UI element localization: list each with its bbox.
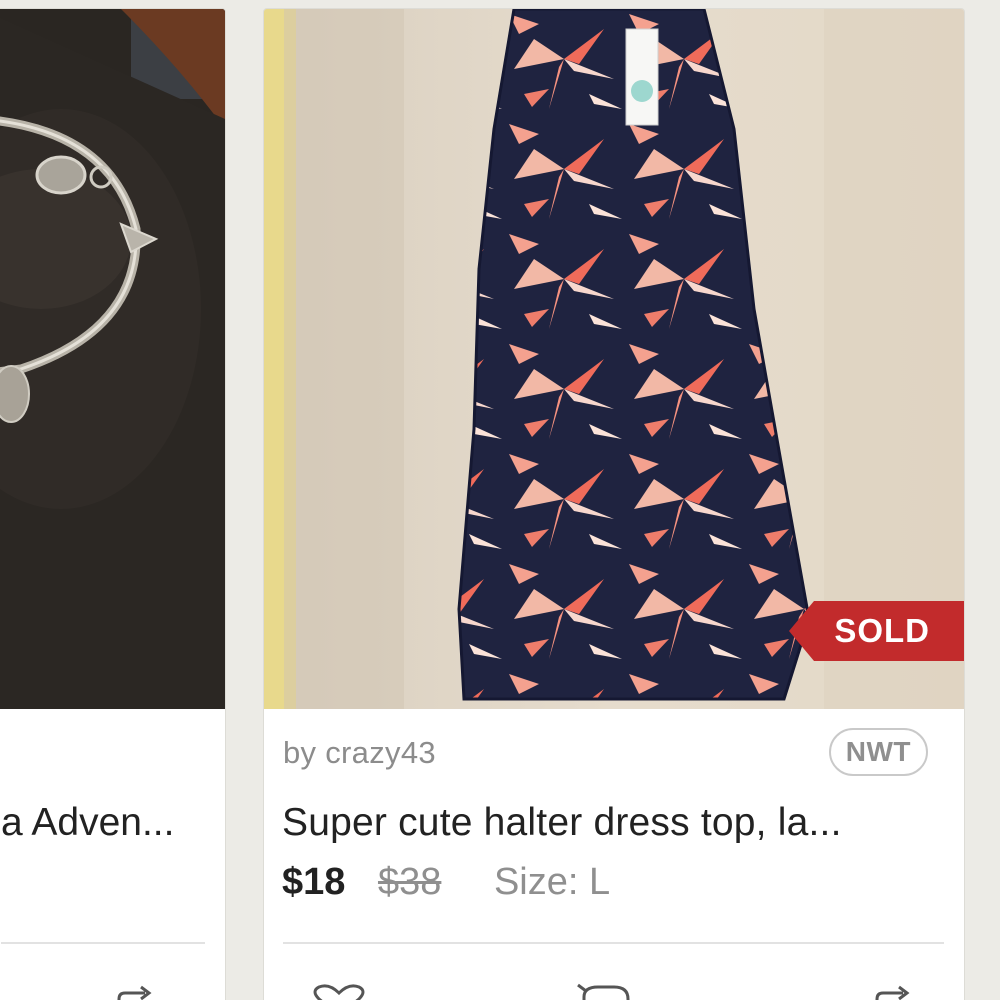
sold-label: SOLD (834, 612, 930, 649)
listing-info: by crazy43 NWT Super cute halter dress t… (264, 709, 964, 1000)
price-row: $18 $38 Size: L (282, 861, 610, 904)
listing-card[interactable]: SOLD by crazy43 NWT Super cute halter dr… (263, 8, 965, 1000)
divider (283, 942, 944, 944)
sold-ribbon: SOLD (789, 601, 964, 661)
size-label: Size: L (493, 861, 611, 903)
listing-photo-bracelet[interactable] (0, 9, 225, 709)
share-icon[interactable] (111, 985, 171, 1000)
listing-title[interactable]: Super cute halter dress top, la... (282, 801, 842, 845)
current-price: $18 (282, 861, 346, 903)
listing-title[interactable]: a Adven... (1, 801, 174, 845)
listing-info-left: a Adven... (0, 709, 225, 1000)
listing-photo[interactable]: SOLD (264, 9, 964, 709)
share-icon[interactable] (869, 985, 929, 1000)
original-price: $38 (377, 861, 442, 903)
comment-icon[interactable] (574, 983, 634, 1000)
bracelet-photo (0, 9, 225, 709)
heart-icon[interactable] (309, 984, 369, 1000)
seller-username[interactable]: by crazy43 (283, 735, 436, 771)
listing-card-left[interactable]: a Adven... (0, 8, 226, 1000)
divider (1, 942, 205, 944)
condition-badge: NWT (828, 728, 928, 776)
